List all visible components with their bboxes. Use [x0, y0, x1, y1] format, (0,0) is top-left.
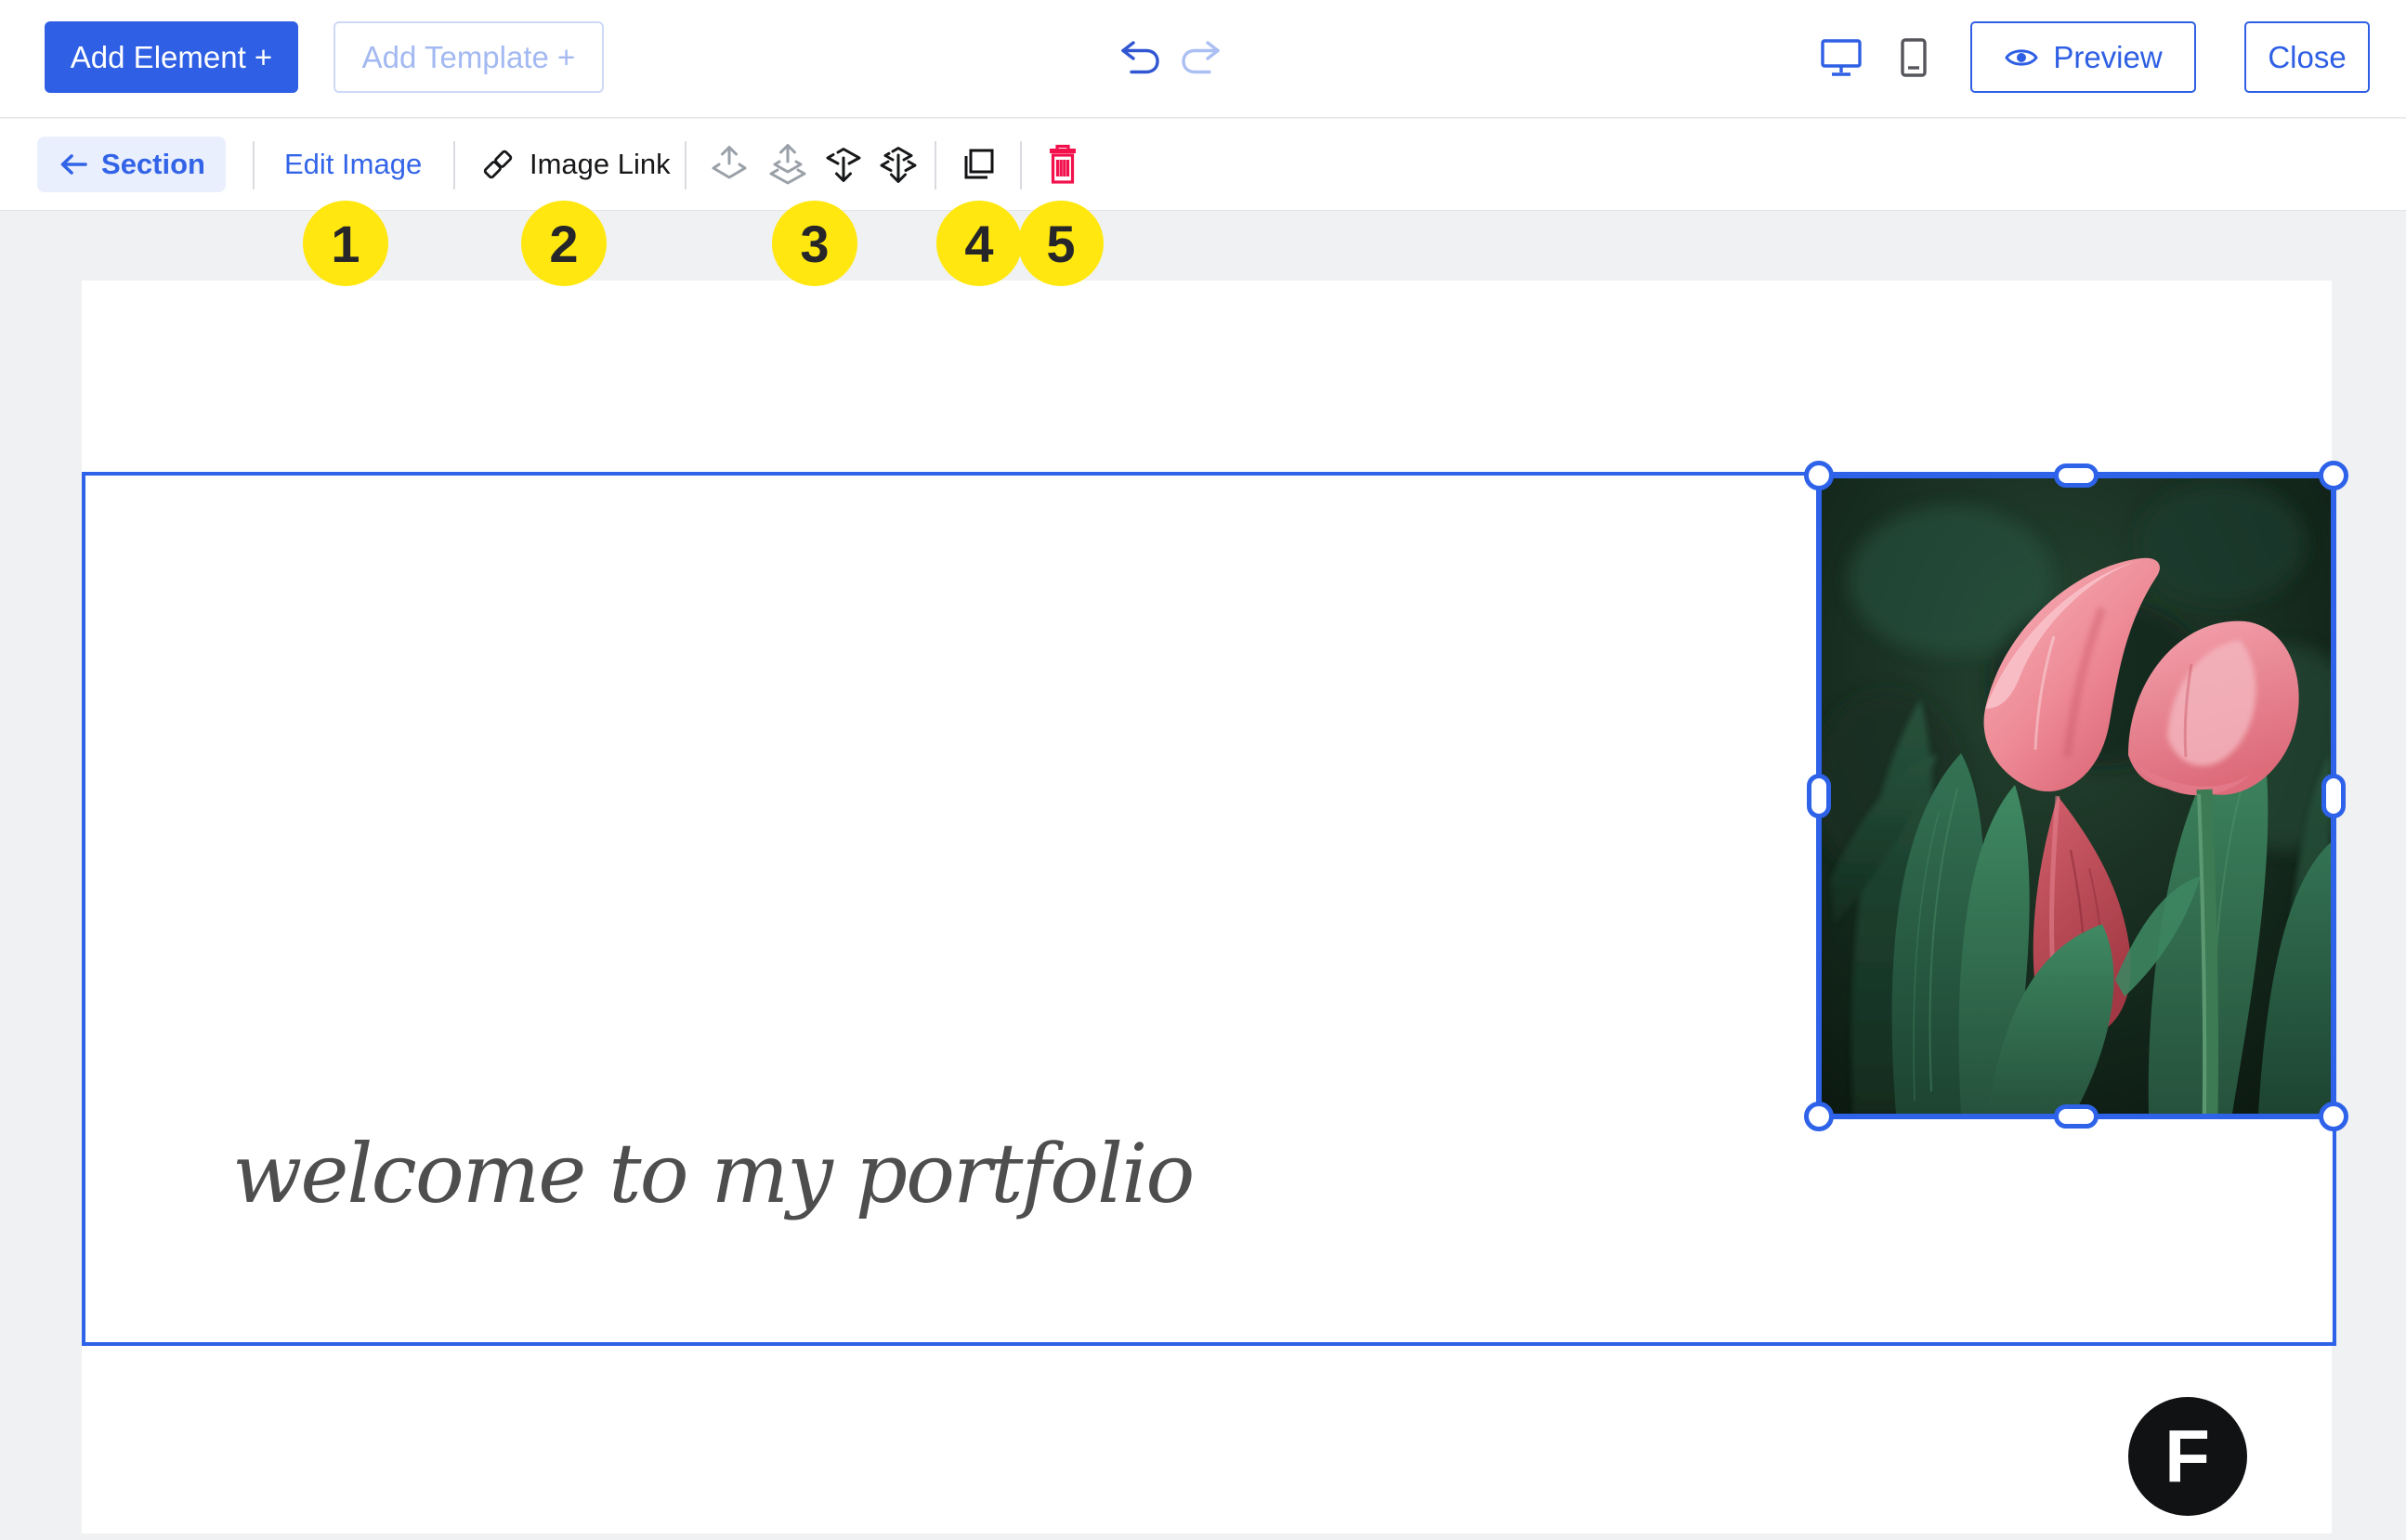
annotation-circle-4: 4: [936, 201, 1022, 286]
bring-to-front-icon: [767, 144, 808, 185]
page-heading-text[interactable]: welcome to my portfolio: [232, 1126, 1193, 1221]
annotation-number: 3: [800, 214, 829, 274]
annotation-number: 5: [1046, 214, 1075, 274]
image-link-button[interactable]: Image Link: [481, 148, 671, 181]
redo-button[interactable]: [1180, 39, 1223, 76]
mobile-view-toggle[interactable]: [1897, 37, 1930, 78]
back-to-section-label: Section: [101, 148, 205, 181]
bring-to-front-button[interactable]: [766, 143, 809, 186]
close-button[interactable]: Close: [2244, 21, 2370, 93]
bring-forward-button[interactable]: [708, 143, 751, 186]
toolbar-divider: [1020, 141, 1022, 189]
chain-link-icon: [481, 148, 515, 181]
annotation-circle-3: 3: [772, 201, 857, 286]
redo-icon: [1180, 39, 1223, 76]
resize-handle-bottom-left[interactable]: [1804, 1102, 1834, 1131]
top-toolbar: Add Element + Add Template +: [0, 0, 2406, 118]
add-element-label: Add Element +: [71, 40, 272, 75]
duplicate-button[interactable]: [956, 143, 999, 186]
edit-image-button[interactable]: Edit Image: [284, 148, 422, 181]
preview-button[interactable]: Preview: [1970, 21, 2196, 93]
editor-screen: Add Element + Add Template +: [0, 0, 2406, 1540]
resize-handle-top[interactable]: [2054, 463, 2099, 488]
selected-image-element[interactable]: [1816, 473, 2336, 1119]
add-template-button[interactable]: Add Template +: [333, 21, 604, 93]
resize-handle-top-left[interactable]: [1804, 461, 1834, 490]
desktop-view-toggle[interactable]: [1819, 37, 1863, 78]
add-element-button[interactable]: Add Element +: [45, 21, 298, 93]
undo-button[interactable]: [1118, 39, 1161, 76]
resize-handle-top-right[interactable]: [2319, 461, 2348, 490]
site-logo-letter: F: [2164, 1414, 2211, 1499]
send-backward-icon: [823, 144, 864, 185]
annotation-circle-2: 2: [521, 201, 607, 286]
toolbar-divider: [935, 141, 936, 189]
annotation-circle-1: 1: [303, 201, 388, 286]
left-arrow-icon: [58, 152, 89, 176]
edit-image-label: Edit Image: [284, 148, 422, 181]
duplicate-icon: [959, 146, 996, 183]
back-to-section-button[interactable]: Section: [37, 137, 226, 192]
resize-handle-left[interactable]: [1807, 774, 1831, 818]
site-logo-badge: F: [2128, 1397, 2247, 1516]
desktop-icon: [1819, 37, 1863, 78]
annotation-circle-5: 5: [1018, 201, 1104, 286]
editor-canvas: welcome to my portfolio: [0, 211, 2406, 1540]
add-template-label: Add Template +: [362, 40, 576, 75]
resize-handle-right[interactable]: [2321, 774, 2346, 818]
send-to-back-icon: [878, 144, 919, 185]
annotation-number: 1: [331, 214, 360, 274]
image-link-label: Image Link: [530, 148, 671, 181]
element-toolbar: Section Edit Image Image Link: [0, 119, 2406, 211]
send-backward-button[interactable]: [822, 143, 865, 186]
eye-icon: [2004, 46, 2039, 70]
annotation-number: 4: [964, 214, 993, 274]
toolbar-divider: [253, 141, 255, 189]
calla-lily-photo: [1822, 478, 2331, 1114]
mobile-icon: [1897, 37, 1930, 78]
toolbar-divider: [453, 141, 455, 189]
close-label: Close: [2268, 40, 2346, 75]
send-to-back-button[interactable]: [877, 143, 920, 186]
resize-handle-bottom-right[interactable]: [2319, 1102, 2348, 1131]
preview-label: Preview: [2053, 40, 2162, 75]
delete-button[interactable]: [1041, 143, 1084, 186]
annotation-number: 2: [549, 214, 578, 274]
trash-icon: [1044, 143, 1081, 186]
bring-forward-icon: [709, 144, 750, 185]
resize-handle-bottom[interactable]: [2054, 1104, 2099, 1129]
undo-icon: [1118, 39, 1161, 76]
toolbar-divider: [685, 141, 686, 189]
